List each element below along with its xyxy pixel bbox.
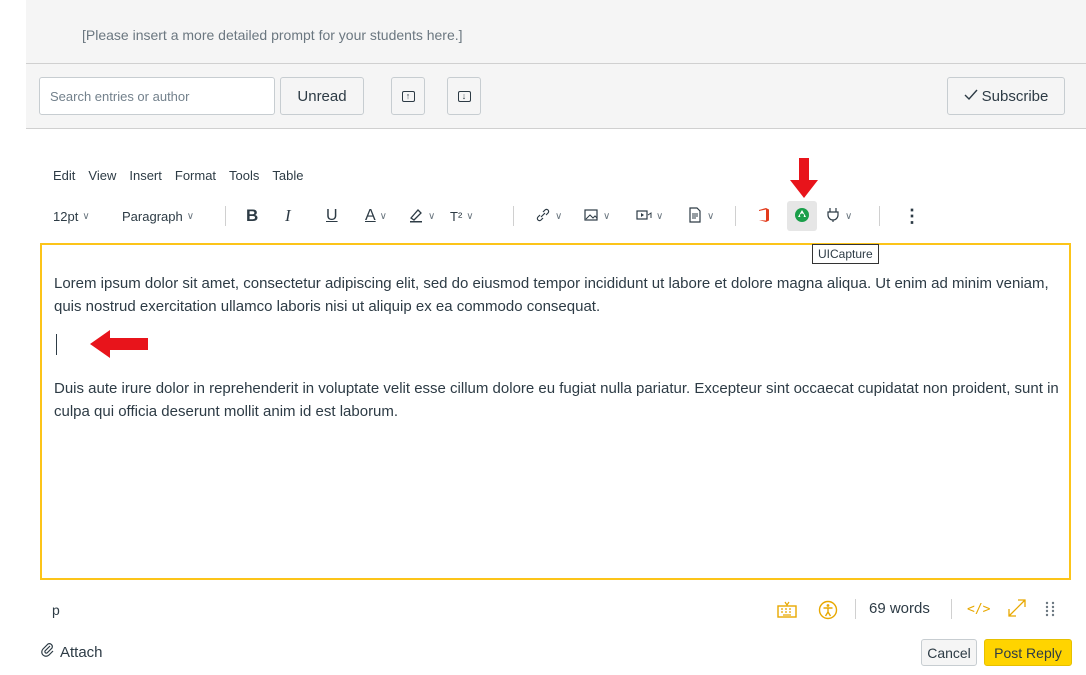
- menu-format[interactable]: Format: [175, 168, 216, 183]
- superscript-label: T²: [450, 208, 463, 224]
- chevron-down-icon: ∨: [707, 210, 715, 222]
- search-input[interactable]: [39, 77, 275, 115]
- link-button[interactable]: ∨: [535, 203, 562, 229]
- word-count[interactable]: 69 words: [869, 600, 930, 617]
- format-toolbar: 12pt ∨ Paragraph ∨ B I U A ∨ ∨ T² ∨ ∨ ∨: [53, 201, 953, 231]
- menu-view[interactable]: View: [88, 168, 116, 183]
- html-editor-icon[interactable]: </>: [967, 602, 990, 617]
- block-format-dropdown[interactable]: Paragraph ∨: [122, 203, 194, 229]
- editor-statusbar: p 69 words </>: [40, 594, 1071, 624]
- discussion-toolbar: Unread ↑ ↓ Subscribe: [26, 64, 1086, 129]
- chevron-down-icon: ∨: [379, 210, 387, 222]
- editor-paragraph: Lorem ipsum dolor sit amet, consectetur …: [54, 275, 1049, 315]
- bold-button[interactable]: B: [246, 203, 258, 229]
- italic-button[interactable]: I: [285, 203, 291, 229]
- highlighter-icon: [408, 207, 424, 226]
- annotation-arrow-down: [790, 158, 818, 203]
- chevron-down-icon: ∨: [82, 210, 90, 222]
- more-options-button[interactable]: ⋮: [903, 203, 921, 229]
- toolbar-divider: [735, 206, 736, 226]
- fullscreen-icon[interactable]: [1006, 597, 1028, 624]
- toolbar-divider: [879, 206, 880, 226]
- annotation-arrow-left: [90, 330, 148, 363]
- editor-paragraph: Duis aute irure dolor in reprehenderit i…: [54, 380, 1059, 420]
- chevron-down-icon: ∨: [603, 210, 611, 222]
- document-icon: [687, 206, 703, 226]
- block-format-value: Paragraph: [122, 208, 183, 224]
- media-icon: [636, 207, 652, 226]
- highlight-button[interactable]: ∨: [408, 203, 435, 229]
- uicapture-button[interactable]: [787, 201, 817, 231]
- image-button[interactable]: ∨: [583, 203, 610, 229]
- subscribe-button[interactable]: Subscribe: [947, 77, 1065, 115]
- menu-edit[interactable]: Edit: [53, 168, 75, 183]
- chevron-down-icon: ∨: [428, 210, 436, 222]
- chevron-down-icon: ∨: [656, 210, 664, 222]
- resize-grip-icon[interactable]: [1045, 601, 1055, 622]
- text-color-button[interactable]: A ∨: [365, 203, 387, 229]
- editor-menubar: Edit View Insert Format Tools Table: [53, 168, 303, 183]
- plugins-button[interactable]: ∨: [825, 203, 852, 229]
- arrow-down-box-icon: ↓: [457, 90, 471, 102]
- plug-icon: [825, 207, 841, 226]
- office-button[interactable]: [757, 203, 771, 229]
- uicapture-tooltip: UICapture: [812, 244, 879, 264]
- keyboard-icon[interactable]: [777, 601, 797, 624]
- menu-table[interactable]: Table: [272, 168, 303, 183]
- link-icon: [535, 207, 551, 226]
- accessibility-icon[interactable]: [818, 600, 838, 625]
- cancel-button[interactable]: Cancel: [921, 639, 977, 666]
- font-size-value: 12pt: [53, 208, 79, 224]
- document-button[interactable]: ∨: [687, 203, 714, 229]
- attach-button[interactable]: Attach: [40, 642, 103, 662]
- media-button[interactable]: ∨: [636, 203, 663, 229]
- image-icon: [583, 207, 599, 226]
- post-reply-button[interactable]: Post Reply: [984, 639, 1072, 666]
- text-color-label: A: [365, 207, 376, 224]
- prompt-text: [Please insert a more detailed prompt fo…: [82, 27, 463, 43]
- collapse-button[interactable]: ↑: [391, 77, 425, 115]
- checkmark-icon: [964, 88, 978, 105]
- prompt-area: [Please insert a more detailed prompt fo…: [26, 0, 1086, 64]
- rich-text-editor[interactable]: Lorem ipsum dolor sit amet, consectetur …: [40, 243, 1071, 580]
- chevron-down-icon: ∨: [466, 210, 474, 222]
- paperclip-icon: [40, 642, 56, 662]
- chevron-down-icon: ∨: [186, 210, 195, 222]
- expand-button[interactable]: ↓: [447, 77, 481, 115]
- toolbar-divider: [513, 206, 514, 226]
- underline-button[interactable]: U: [326, 203, 338, 229]
- toolbar-divider: [225, 206, 226, 226]
- text-caret: [56, 334, 57, 355]
- unread-button[interactable]: Unread: [280, 77, 364, 115]
- office-icon: [757, 207, 771, 226]
- chevron-down-icon: ∨: [555, 210, 563, 222]
- font-size-dropdown[interactable]: 12pt ∨: [53, 203, 90, 229]
- menu-tools[interactable]: Tools: [229, 168, 259, 183]
- subscribe-label: Subscribe: [981, 87, 1049, 105]
- statusbar-divider: [951, 599, 952, 619]
- chevron-down-icon: ∨: [845, 210, 853, 222]
- uicapture-icon: [794, 207, 810, 226]
- arrow-up-box-icon: ↑: [401, 90, 415, 102]
- menu-insert[interactable]: Insert: [129, 168, 162, 183]
- superscript-button[interactable]: T² ∨: [450, 203, 474, 229]
- attach-label: Attach: [60, 643, 103, 661]
- statusbar-divider: [855, 599, 856, 619]
- element-path[interactable]: p: [52, 602, 60, 618]
